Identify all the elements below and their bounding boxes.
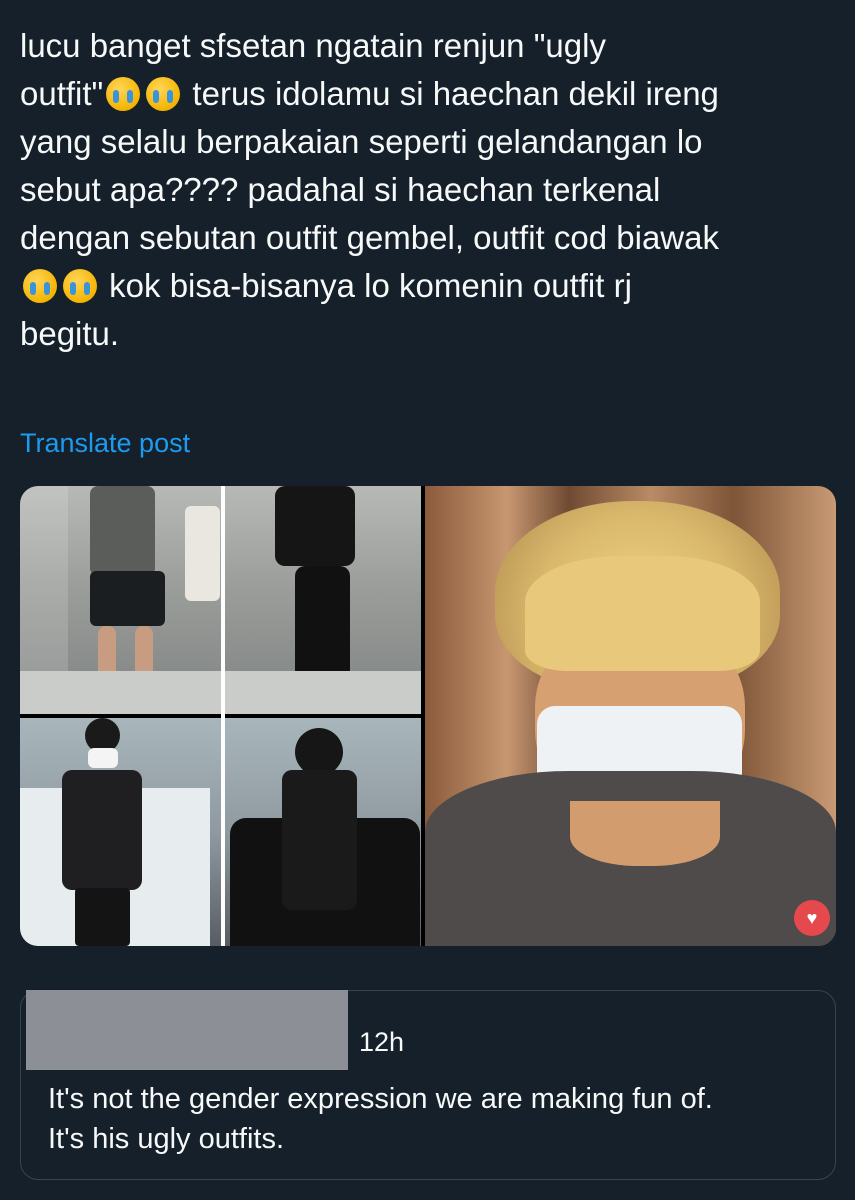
reply-timestamp: 12h: [359, 1027, 405, 1057]
post-line: yang selalu berpakaian seperti gelandang…: [20, 123, 703, 160]
redacted-user-info: [26, 990, 348, 1070]
post-line: dengan sebutan outfit gembel, outfit cod…: [20, 219, 719, 256]
post-line: outfit" terus idolamu si haechan dekil i…: [20, 70, 840, 118]
post-media-grid[interactable]: ♥: [20, 486, 836, 946]
photo-divider: [221, 486, 225, 946]
crying-face-emoji-icon: [23, 269, 57, 303]
post-line-fragment: outfit": [20, 75, 104, 112]
post-line-fragment: kok bisa-bisanya lo komenin outfit rj: [100, 267, 632, 304]
finger-heart-badge-icon: ♥: [794, 900, 830, 936]
crying-face-emoji-icon: [63, 269, 97, 303]
translate-post-link[interactable]: Translate post: [20, 428, 190, 459]
masked-person-photo[interactable]: ♥: [425, 486, 836, 946]
post-line: sebut apa???? padahal si haechan terkena…: [20, 171, 661, 208]
post-line: lucu banget sfsetan ngatain renjun "ugly: [20, 27, 606, 64]
quoted-reply-card[interactable]: 12h It's not the gender expression we ar…: [20, 990, 836, 1180]
crying-face-emoji-icon: [146, 77, 181, 111]
post-line: kok bisa-bisanya lo komenin outfit rj: [20, 262, 840, 310]
reply-text: It's not the gender expression we are ma…: [48, 1079, 828, 1159]
reply-text-line: It's his ugly outfits.: [48, 1123, 285, 1155]
post-line: begitu.: [20, 315, 120, 352]
crying-face-emoji-icon: [106, 77, 141, 111]
post-text: lucu banget sfsetan ngatain renjun "ugly…: [20, 22, 840, 358]
reply-text-line: It's not the gender expression we are ma…: [48, 1083, 713, 1115]
post-line-fragment: terus idolamu si haechan dekil ireng: [183, 75, 719, 112]
